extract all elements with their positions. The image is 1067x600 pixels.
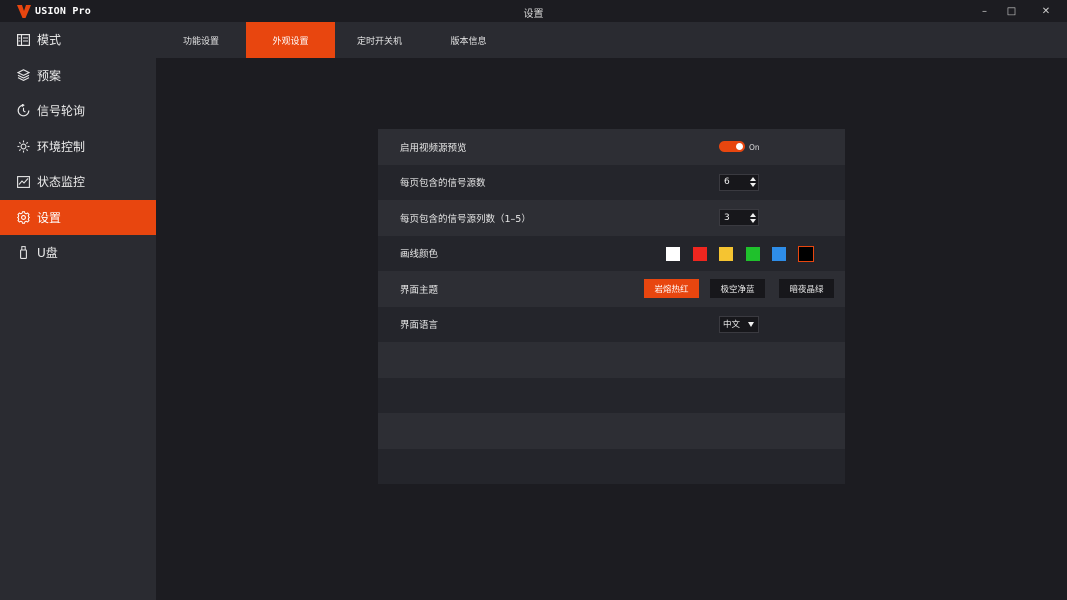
gear-icon xyxy=(17,210,30,224)
theme-button-lava-red[interactable]: 岩熔热红 xyxy=(644,279,699,298)
setting-label: 界面语言 xyxy=(400,320,439,332)
layers-icon xyxy=(17,69,30,82)
settings-row-empty xyxy=(378,342,845,378)
color-swatch-white[interactable] xyxy=(666,246,680,261)
sidebar-item-label: 环境控制 xyxy=(37,139,86,154)
settings-row-preview: 启用视频源预览 On xyxy=(378,129,845,165)
toggle-state-label: On xyxy=(749,143,760,152)
color-swatch-red[interactable] xyxy=(692,246,707,261)
increment-arrow-icon[interactable] xyxy=(749,177,756,181)
sidebar-item-label: U盘 xyxy=(37,246,58,261)
select-value: 中文 xyxy=(723,320,741,330)
preview-toggle[interactable] xyxy=(719,141,745,152)
sidebar-item-label: 预案 xyxy=(37,68,62,83)
chart-icon xyxy=(17,175,30,188)
sidebar: 模式 预案 信号轮询 环境控制 状态监控 设置 U盘 xyxy=(0,22,156,600)
tab-bar: 功能设置 外观设置 定时开关机 版本信息 xyxy=(156,22,1067,58)
sidebar-item-label: 状态监控 xyxy=(37,175,86,190)
stepper-value: 3 xyxy=(724,212,730,223)
settings-row-columns-per-page: 每页包含的信号源列数（1–5） 3 xyxy=(378,200,845,236)
columns-per-page-stepper[interactable]: 3 xyxy=(719,209,759,226)
window-controls: – □ ✕ xyxy=(971,0,1067,22)
sidebar-item-environment[interactable]: 环境控制 xyxy=(0,129,156,165)
tab-schedule-power[interactable]: 定时开关机 xyxy=(335,22,424,58)
settings-row-empty xyxy=(378,448,845,484)
sidebar-item-settings[interactable]: 设置 xyxy=(0,199,156,235)
color-swatch-yellow[interactable] xyxy=(719,246,734,261)
theme-button-night-green[interactable]: 暗夜晶绿 xyxy=(779,279,834,298)
minimize-button[interactable]: – xyxy=(971,0,998,22)
window-title: 设置 xyxy=(523,9,544,20)
setting-label: 启用视频源预览 xyxy=(400,142,467,154)
settings-row-empty xyxy=(378,377,845,413)
sidebar-item-label: 模式 xyxy=(37,33,62,48)
usb-icon xyxy=(17,246,30,260)
sidebar-item-label: 信号轮询 xyxy=(37,104,86,119)
decrement-arrow-icon[interactable] xyxy=(749,183,756,187)
settings-row-theme: 界面主题 岩熔热红 极空净蓝 暗夜晶绿 xyxy=(378,271,845,307)
settings-row-language: 界面语言 中文 xyxy=(378,306,845,342)
polling-icon xyxy=(17,104,30,117)
sidebar-item-polling[interactable]: 信号轮询 xyxy=(0,93,156,129)
sources-per-page-stepper[interactable]: 6 xyxy=(719,173,759,191)
tab-version-info[interactable]: 版本信息 xyxy=(424,22,513,58)
setting-label: 界面主题 xyxy=(400,284,439,296)
settings-row-sources-per-page: 每页包含的信号源数 6 xyxy=(378,164,845,200)
settings-row-empty xyxy=(378,413,845,449)
increment-arrow-icon[interactable] xyxy=(749,212,756,217)
decrement-arrow-icon[interactable] xyxy=(749,218,756,223)
setting-label: 画线颜色 xyxy=(400,249,439,261)
tab-appearance-settings[interactable]: 外观设置 xyxy=(246,22,335,58)
stepper-value: 6 xyxy=(724,177,730,187)
color-swatches xyxy=(666,245,826,262)
setting-label: 每页包含的信号源列数（1–5） xyxy=(400,213,531,225)
close-button[interactable]: ✕ xyxy=(1025,0,1067,22)
sidebar-item-mode[interactable]: 模式 xyxy=(0,22,156,58)
language-select[interactable]: 中文 xyxy=(719,315,759,333)
appearance-settings-panel: 启用视频源预览 On 每页包含的信号源数 6 每页包含的信号源列数（1–5） 3 xyxy=(378,129,845,485)
settings-row-line-color: 画线颜色 xyxy=(378,235,845,271)
chevron-down-icon xyxy=(748,321,754,327)
color-swatch-black[interactable] xyxy=(797,245,814,262)
theme-button-sky-blue[interactable]: 极空净蓝 xyxy=(710,279,765,298)
color-swatch-green[interactable] xyxy=(745,246,760,261)
title-bar: USION Pro 设置 – □ ✕ xyxy=(0,0,1067,22)
tab-function-settings[interactable]: 功能设置 xyxy=(156,22,246,58)
sidebar-item-usb[interactable]: U盘 xyxy=(0,235,156,271)
sun-icon xyxy=(17,140,30,153)
toggle-knob xyxy=(736,143,743,150)
maximize-button[interactable]: □ xyxy=(998,0,1025,22)
setting-label: 每页包含的信号源数 xyxy=(400,178,486,190)
stepper-arrows xyxy=(747,175,758,190)
content-area: 启用视频源预览 On 每页包含的信号源数 6 每页包含的信号源列数（1–5） 3 xyxy=(156,58,1067,600)
mode-icon xyxy=(17,33,30,46)
sidebar-item-plan[interactable]: 预案 xyxy=(0,58,156,94)
theme-options: 岩熔热红 极空净蓝 暗夜晶绿 xyxy=(644,279,834,298)
color-swatch-blue[interactable] xyxy=(772,246,787,261)
sidebar-item-label: 设置 xyxy=(37,210,62,225)
sidebar-item-monitor[interactable]: 状态监控 xyxy=(0,164,156,200)
stepper-arrows xyxy=(747,210,758,225)
